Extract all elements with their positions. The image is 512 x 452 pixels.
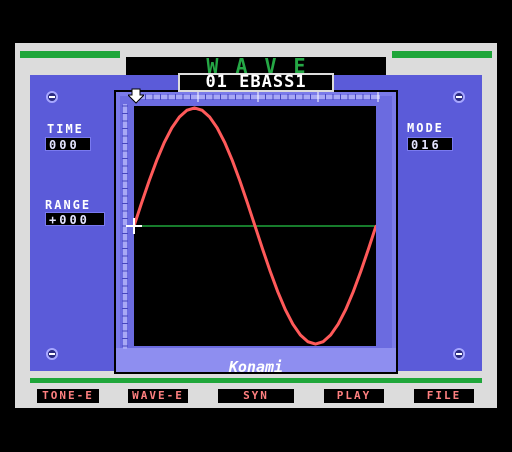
wave-sample-point bbox=[223, 141, 226, 144]
wave-sample-point bbox=[163, 141, 166, 144]
title-bar-right bbox=[392, 51, 492, 58]
wave-sample-point bbox=[299, 333, 302, 337]
time-ruler[interactable] bbox=[136, 91, 380, 103]
wave-sample-point bbox=[352, 290, 355, 293]
wave-sample-point bbox=[193, 106, 196, 110]
crosshair-cursor[interactable] bbox=[126, 218, 142, 234]
wave-sample-point bbox=[321, 340, 325, 343]
range-value[interactable]: +000 bbox=[45, 212, 105, 227]
wave-sample-point bbox=[140, 201, 143, 205]
screw-icon bbox=[453, 91, 465, 103]
time-value[interactable]: 000 bbox=[45, 137, 91, 152]
wave-sample-point bbox=[359, 269, 363, 273]
screw-icon bbox=[46, 91, 58, 103]
waveform-screen[interactable] bbox=[132, 106, 378, 346]
menu-wave-e[interactable]: WAVE-E bbox=[128, 389, 188, 403]
wave-sample-point bbox=[178, 115, 181, 119]
wave-sample-point bbox=[261, 247, 264, 251]
position-marker-icon[interactable] bbox=[128, 88, 144, 104]
wave-sample-point bbox=[170, 126, 174, 130]
wave-sample-point bbox=[314, 342, 317, 346]
waveform-chart[interactable] bbox=[132, 106, 378, 346]
wave-sample-point bbox=[208, 115, 211, 119]
preset-name[interactable]: 01 EBASS1 bbox=[178, 73, 334, 92]
wave-sample-point bbox=[367, 247, 370, 251]
wave-sample-point bbox=[284, 308, 287, 311]
wave-sample-point bbox=[253, 224, 257, 228]
menu-play[interactable]: PLAY bbox=[324, 389, 384, 403]
mode-label: MODE bbox=[407, 121, 444, 135]
wave-sample-point bbox=[276, 290, 279, 293]
screw-icon bbox=[46, 348, 58, 360]
wave-sample-point bbox=[147, 179, 151, 183]
wave-sample-point bbox=[344, 308, 347, 311]
wave-sample-point bbox=[185, 109, 189, 112]
menu-separator bbox=[30, 378, 482, 383]
wave-sample-point bbox=[231, 159, 234, 162]
wave-sample-point bbox=[246, 201, 249, 205]
wave-sample-point bbox=[238, 179, 242, 183]
wave-sample-point bbox=[336, 322, 340, 326]
wave-sample-point bbox=[215, 126, 219, 130]
wave-sample-point bbox=[268, 269, 272, 273]
menu-file[interactable]: FILE bbox=[414, 389, 474, 403]
range-label: RANGE bbox=[45, 198, 92, 212]
wave-sample-point bbox=[329, 333, 332, 337]
brand-logo: Konami bbox=[228, 358, 284, 376]
wave-sample-point bbox=[155, 159, 158, 162]
mode-value[interactable]: 016 bbox=[407, 137, 453, 152]
menu-tone-e[interactable]: TONE-E bbox=[37, 389, 99, 403]
time-label: TIME bbox=[47, 122, 84, 136]
title-bar-left bbox=[20, 51, 120, 58]
screw-icon bbox=[453, 348, 465, 360]
wave-sample-point bbox=[200, 109, 204, 112]
wave-sample-point bbox=[306, 340, 310, 343]
wave-sample-point bbox=[291, 322, 295, 326]
menu-syn[interactable]: SYN bbox=[218, 389, 294, 403]
